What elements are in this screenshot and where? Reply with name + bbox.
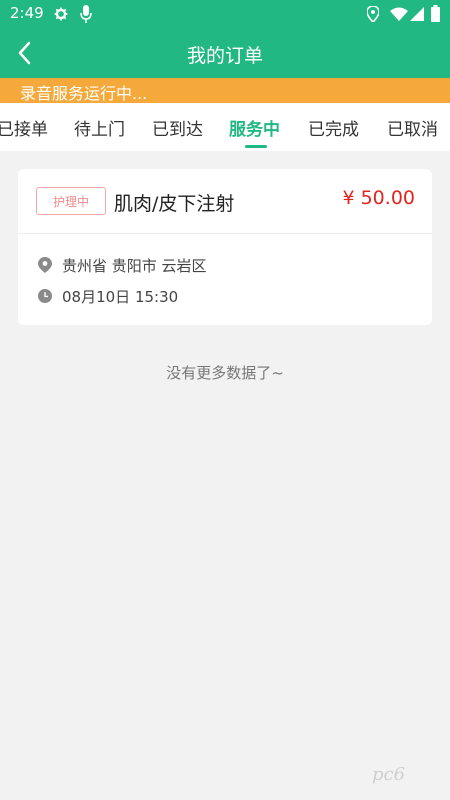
card-divider <box>18 233 432 234</box>
banner-text: 录音服务运行中... <box>20 84 148 103</box>
order-address: 贵州省 贵阳市 云岩区 <box>62 257 207 275</box>
location-status-icon <box>367 6 379 22</box>
active-tab-indicator <box>245 145 267 148</box>
service-name: 肌肉/皮下注射 <box>114 193 235 215</box>
tab-pending-visit[interactable]: 待上门 <box>74 115 125 140</box>
order-status-tabs: 已接单 待上门 已到达 服务中 已完成 已取消 <box>0 103 450 151</box>
tab-cancelled[interactable]: 已取消 <box>387 115 438 140</box>
watermark-logo: pc6 <box>372 764 406 785</box>
no-more-data-text: 没有更多数据了~ <box>166 364 284 382</box>
clock-icon <box>38 289 52 303</box>
status-badge: 护理中 <box>36 187 106 215</box>
settings-icon <box>54 7 68 21</box>
order-card[interactable]: 护理中 肌肉/皮下注射 ¥ 50.00 贵州省 贵阳市 云岩区 08月10日 1… <box>18 169 432 325</box>
status-bar: 2:49 <box>0 0 450 28</box>
page-title: 我的订单 <box>186 45 263 67</box>
signal-icon <box>410 7 424 21</box>
order-time: 08月10日 15:30 <box>62 288 179 306</box>
battery-icon <box>431 5 440 22</box>
tab-in-service[interactable]: 服务中 <box>229 115 280 140</box>
status-time: 2:49 <box>10 4 44 22</box>
wifi-icon <box>390 7 408 21</box>
tab-completed[interactable]: 已完成 <box>308 115 359 140</box>
tab-arrived[interactable]: 已到达 <box>152 115 203 140</box>
tab-accepted[interactable]: 已接单 <box>0 115 48 140</box>
recording-banner: 录音服务运行中... <box>0 78 450 103</box>
microphone-icon <box>80 5 92 23</box>
order-price: ¥ 50.00 <box>342 187 415 209</box>
location-pin-icon <box>38 257 52 273</box>
header-bar: 我的订单 <box>0 28 450 78</box>
